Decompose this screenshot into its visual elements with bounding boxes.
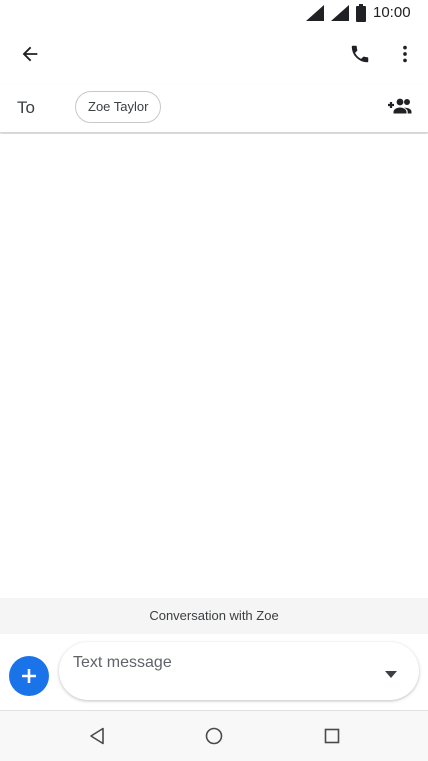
nav-recents-button[interactable] <box>315 719 349 753</box>
attach-button[interactable] <box>9 656 49 696</box>
conversation-area[interactable] <box>0 134 428 598</box>
cell-signal-icon <box>306 5 324 21</box>
add-recipient-button[interactable] <box>380 86 420 126</box>
back-button[interactable] <box>8 32 52 76</box>
sim-selector[interactable] <box>377 664 405 684</box>
status-time: 10:00 <box>373 4 411 21</box>
more-options-button[interactable] <box>383 32 427 76</box>
conversation-banner: Conversation with Zoe <box>0 598 428 634</box>
nav-recents-icon <box>324 728 340 744</box>
to-label: To <box>17 98 35 117</box>
call-button[interactable] <box>338 32 382 76</box>
back-arrow-icon <box>22 46 38 62</box>
wifi-signal-icon <box>331 5 349 21</box>
arrow-drop-down-icon <box>385 670 397 678</box>
nav-back-button[interactable] <box>80 719 114 753</box>
app-bar <box>0 26 428 82</box>
status-bar: 10:00 <box>0 0 428 26</box>
compose-row <box>0 634 428 710</box>
recipient-row: To Zoe Taylor <box>0 84 428 133</box>
more-vert-icon <box>403 45 407 63</box>
phone-icon <box>351 45 369 63</box>
message-field <box>59 642 419 700</box>
add-people-icon <box>388 98 412 114</box>
battery-icon <box>356 4 366 22</box>
nav-home-button[interactable] <box>197 719 231 753</box>
message-input[interactable] <box>73 652 363 674</box>
plus-icon <box>22 669 36 683</box>
navigation-bar <box>0 710 428 761</box>
recipient-chip[interactable]: Zoe Taylor <box>75 91 162 123</box>
nav-back-icon <box>90 727 104 745</box>
nav-home-icon <box>205 727 223 745</box>
